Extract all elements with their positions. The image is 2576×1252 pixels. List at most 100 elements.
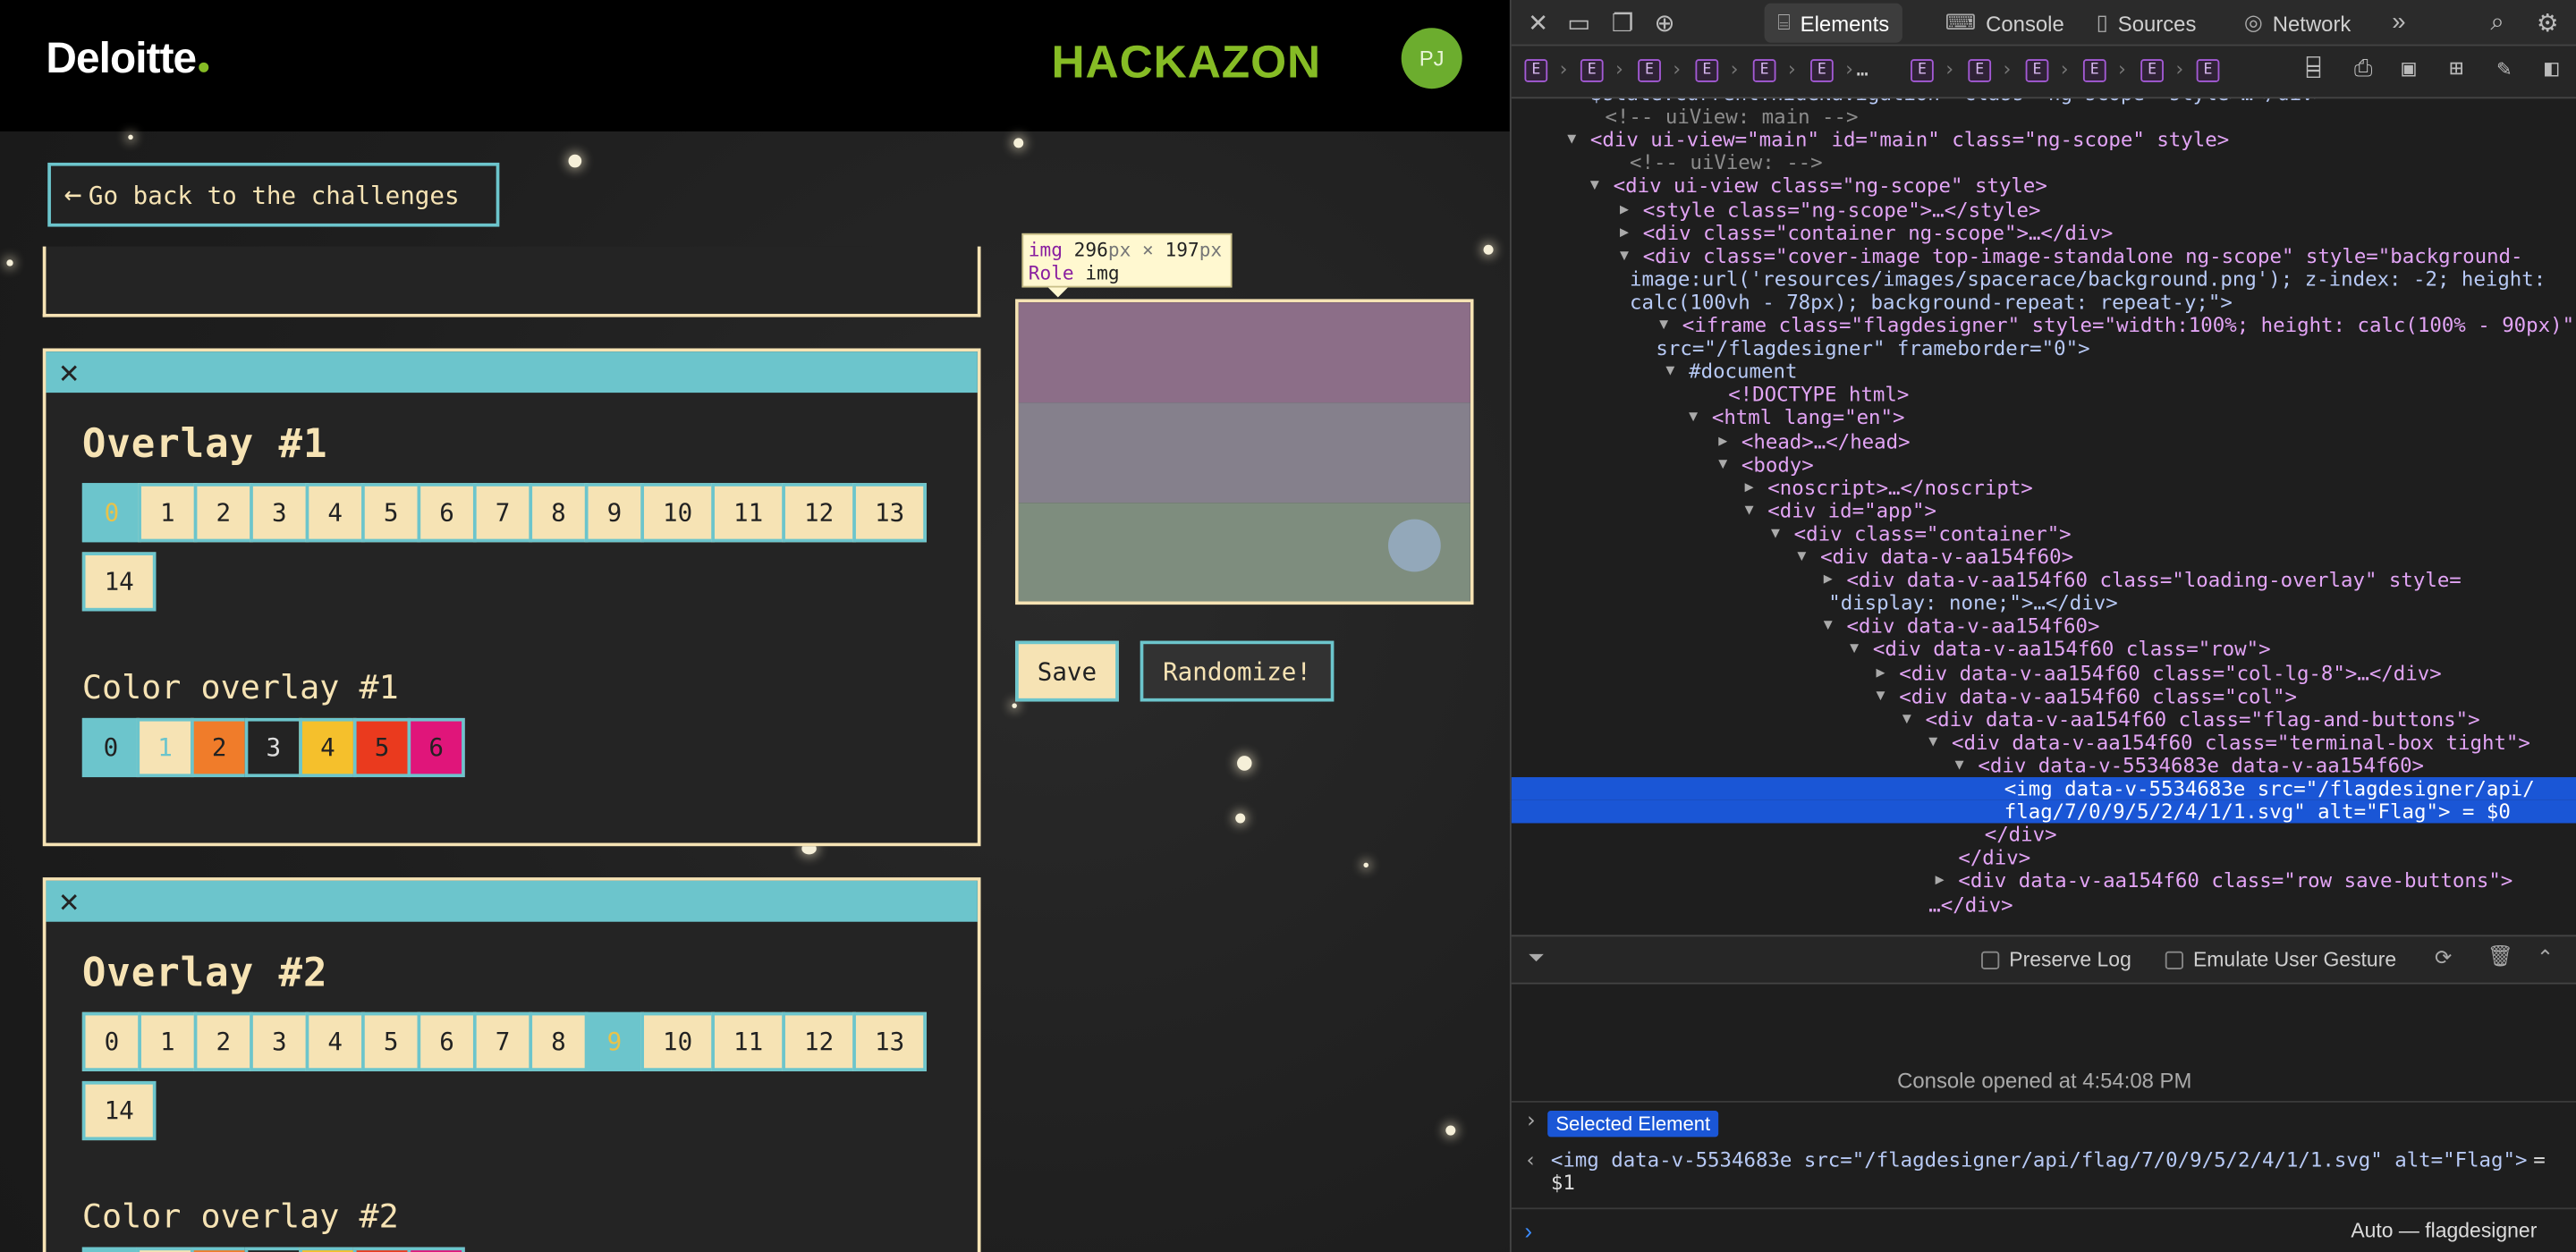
- dock-window-icon[interactable]: ❐: [1612, 8, 1634, 38]
- color-option[interactable]: 2: [191, 717, 249, 778]
- dom-node-line[interactable]: ▼ <div data-v-aa154f60>: [1512, 615, 2576, 639]
- console-prompt[interactable]: › Auto — flagdesigner: [1511, 1207, 2576, 1252]
- tab-sources[interactable]: ▯ Sources: [2083, 4, 2209, 43]
- disclosure-triangle-icon[interactable]: ▼: [1902, 707, 1911, 731]
- disclosure-triangle-icon[interactable]: ▶: [1877, 662, 1885, 685]
- back-to-challenges-button[interactable]: ← Go back to the challenges: [47, 162, 500, 227]
- filter-icon[interactable]: ⏷: [1528, 946, 1544, 971]
- breadcrumb-element-icon[interactable]: E: [1911, 59, 1934, 82]
- disclosure-triangle-icon[interactable]: ▼: [1877, 684, 1885, 707]
- toolbar-icon[interactable]: ⌸: [2307, 55, 2320, 81]
- color-option[interactable]: 1: [136, 717, 194, 778]
- dom-node-line[interactable]: ▼ <div data-v-aa154f60>: [1512, 546, 2576, 569]
- breadcrumb-element-icon[interactable]: E: [2025, 59, 2049, 82]
- color-option[interactable]: [81, 1247, 140, 1252]
- overlay-option[interactable]: 0: [81, 483, 141, 543]
- disclosure-triangle-icon[interactable]: ▼: [1745, 499, 1754, 522]
- reload-icon[interactable]: ⟳: [2435, 944, 2452, 969]
- dom-node-line[interactable]: image:url('resources/images/spacerace/ba…: [1512, 267, 2576, 291]
- dom-node-line[interactable]: "display: none;">…</div>: [1512, 592, 2576, 615]
- disclosure-triangle-icon[interactable]: ▶: [1936, 870, 1945, 893]
- dom-node-line[interactable]: ▶ <style class="ng-scope">…</style>: [1512, 198, 2576, 221]
- dom-node-line[interactable]: ▼ <div data-v-aa154f60 class="col">: [1512, 684, 2576, 707]
- overlay-option[interactable]: 8: [529, 483, 589, 543]
- overlay-option[interactable]: 0: [81, 1011, 141, 1071]
- disclosure-triangle-icon[interactable]: ▼: [1797, 546, 1806, 569]
- disclosure-triangle-icon[interactable]: ▶: [1718, 429, 1727, 453]
- execution-context-select[interactable]: Auto — flagdesigner: [2351, 1219, 2537, 1242]
- breadcrumb-element-icon[interactable]: E: [2082, 59, 2106, 82]
- dom-node-line[interactable]: <!-- uiView: main -->: [1512, 106, 2576, 129]
- dom-node-line[interactable]: …</div>: [1512, 893, 2576, 917]
- expand-icon[interactable]: ⌃: [2537, 944, 2554, 969]
- breadcrumb-element-icon[interactable]: E: [1968, 59, 1992, 82]
- gear-icon[interactable]: ⚙: [2537, 8, 2559, 38]
- overlay-option[interactable]: 1: [138, 1011, 198, 1071]
- overlay-option[interactable]: 12: [782, 483, 856, 543]
- dom-node-line[interactable]: <!DOCTYPE html>: [1512, 384, 2576, 407]
- overlay-option[interactable]: 14: [81, 1080, 157, 1141]
- close-icon[interactable]: ✕: [1528, 8, 1548, 38]
- disclosure-triangle-icon[interactable]: ▼: [1689, 407, 1698, 430]
- dom-node-line[interactable]: </div>: [1512, 847, 2576, 870]
- disclosure-triangle-icon[interactable]: ▶: [1824, 569, 1833, 592]
- overlay-option[interactable]: 14: [81, 552, 157, 612]
- overlay-option[interactable]: 9: [584, 483, 644, 543]
- dock-bottom-icon[interactable]: ▭: [1567, 8, 1590, 38]
- preserve-log-toggle[interactable]: Preserve Log: [1981, 948, 2131, 971]
- dom-node-line[interactable]: </div>: [1512, 824, 2576, 847]
- overlay-option[interactable]: 13: [852, 1011, 927, 1071]
- tab-network[interactable]: ◎ Network: [2231, 4, 2364, 43]
- randomize-button[interactable]: Randomize!: [1140, 640, 1335, 702]
- disclosure-triangle-icon[interactable]: ▼: [1620, 244, 1629, 267]
- dom-node-line[interactable]: flag/7/0/9/5/2/4/1/1.svg" alt="Flag"> = …: [1511, 799, 2576, 824]
- dom-node-line[interactable]: ▶ <div data-v-aa154f60 class="col-lg-8">……: [1512, 662, 2576, 685]
- breadcrumb-element-icon[interactable]: E: [1638, 59, 1661, 82]
- dom-node-line[interactable]: ▼ <div data-v-aa154f60 class="flag-and-bu…: [1512, 707, 2576, 731]
- overlay-option[interactable]: 3: [250, 1011, 309, 1071]
- disclosure-triangle-icon[interactable]: ▼: [1955, 754, 1964, 777]
- color-option[interactable]: [352, 1247, 411, 1252]
- toolbar-icon[interactable]: ◧: [2545, 55, 2558, 81]
- dom-tree[interactable]: $state.current.hideNavigation" class="ng…: [1511, 98, 2576, 933]
- dom-node-line[interactable]: ▼ <div data-v-5534683e data-v-aa154f60>: [1512, 754, 2576, 777]
- dom-node-line[interactable]: ▶ <head>…</head>: [1512, 429, 2576, 453]
- breadcrumb-element-icon[interactable]: E: [2140, 59, 2164, 82]
- color-option[interactable]: 3: [244, 717, 302, 778]
- disclosure-triangle-icon[interactable]: ▶: [1745, 476, 1754, 499]
- dom-node-line[interactable]: ▼ <iframe class="flagdesigner" style="wid…: [1512, 314, 2576, 337]
- checkbox[interactable]: [2165, 952, 2183, 970]
- color-option[interactable]: [407, 1247, 465, 1252]
- toolbar-icon[interactable]: ⎙: [2354, 55, 2373, 81]
- overlay-option[interactable]: 5: [361, 1011, 421, 1071]
- dom-node-line[interactable]: ▼ <div data-v-aa154f60 class="row">: [1512, 639, 2576, 662]
- tab-console[interactable]: ⌨ Console: [1932, 4, 2077, 43]
- toolbar-icon[interactable]: ⊞: [2450, 55, 2463, 81]
- deloitte-logo[interactable]: Deloitte: [46, 33, 209, 84]
- overlay-option[interactable]: 4: [305, 483, 365, 543]
- disclosure-triangle-icon[interactable]: ▶: [1620, 198, 1629, 221]
- overlay-option[interactable]: 10: [640, 1011, 715, 1071]
- dom-node-line[interactable]: ▶ <div class="container ng-scope">…</div>: [1512, 221, 2576, 244]
- overlay-option[interactable]: 2: [193, 483, 253, 543]
- overlay-option[interactable]: 2: [193, 1011, 253, 1071]
- dom-node-line[interactable]: ▶ <noscript>…</noscript>: [1512, 476, 2576, 499]
- tab-elements[interactable]: ⌸ Elements: [1764, 3, 1902, 43]
- color-option[interactable]: [244, 1247, 302, 1252]
- dom-node-line[interactable]: ▼ <div data-v-aa154f60 class="terminal-bo…: [1512, 731, 2576, 754]
- overlay-option[interactable]: 10: [640, 483, 715, 543]
- emulate-gesture-toggle[interactable]: Emulate User Gesture: [2165, 948, 2396, 971]
- dom-node-line[interactable]: ▼ <div class="container">: [1512, 522, 2576, 546]
- disclosure-triangle-icon[interactable]: ▼: [1590, 174, 1599, 198]
- color-option[interactable]: [191, 1247, 249, 1252]
- breadcrumb-element-icon[interactable]: E: [1695, 59, 1719, 82]
- dom-node-line[interactable]: ▼ <div class="cover-image top-image-stand…: [1512, 244, 2576, 267]
- dom-node-line[interactable]: ▼ <div id="app">: [1512, 499, 2576, 522]
- close-icon[interactable]: ✕: [59, 351, 79, 393]
- breadcrumb-ellipsis[interactable]: …: [1856, 57, 1868, 80]
- breadcrumb-element-icon[interactable]: E: [1810, 59, 1834, 82]
- color-option[interactable]: 6: [407, 717, 465, 778]
- checkbox[interactable]: [1981, 952, 2000, 970]
- toolbar-icon[interactable]: ✎: [2497, 55, 2511, 81]
- dom-node-line[interactable]: ▼ <body>: [1512, 453, 2576, 476]
